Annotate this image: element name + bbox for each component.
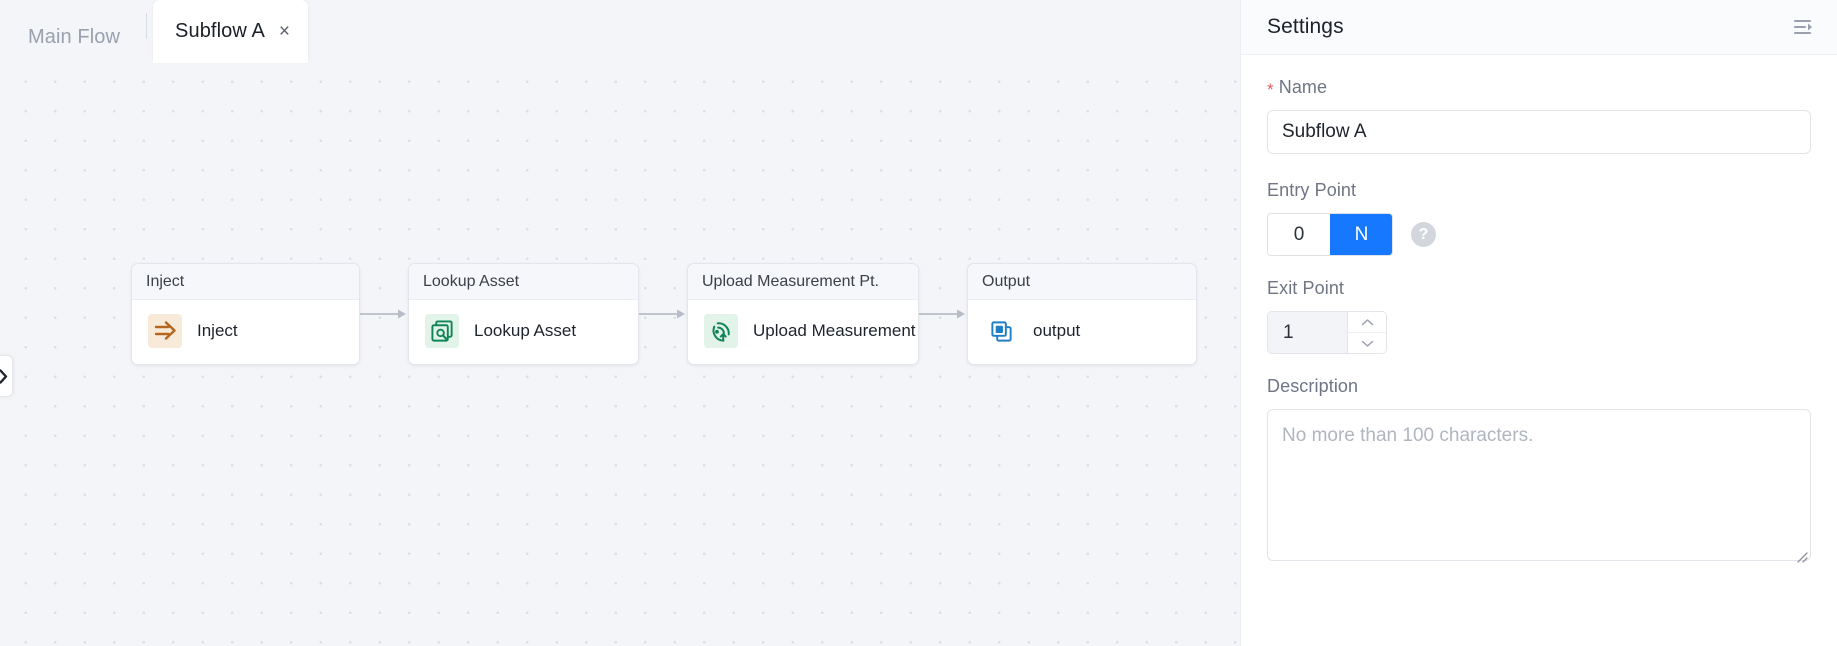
field-name-label: * Name	[1267, 77, 1811, 98]
flow-node-output[interactable]: Output output	[967, 263, 1197, 365]
flow-node-output-label: output	[1033, 321, 1080, 341]
flow-canvas[interactable]: Inject Inject	[0, 63, 1240, 646]
entry-point-option-0[interactable]: 0	[1268, 214, 1330, 255]
entry-point-option-n[interactable]: N	[1330, 214, 1392, 255]
flow-tab-bar: Main Flow Subflow A ×	[0, 0, 1240, 63]
upload-measurement-point-icon	[704, 314, 738, 348]
spacer	[1267, 256, 1811, 278]
tab-main-flow[interactable]: Main Flow	[22, 11, 140, 63]
flow-node-output-body: output	[968, 300, 1196, 364]
settings-panel-header: Settings	[1241, 0, 1837, 55]
field-entry-point: Entry Point 0 N ?	[1267, 180, 1811, 256]
flow-connector-1	[360, 305, 408, 323]
entry-point-row: 0 N ?	[1267, 213, 1811, 256]
exit-point-arrows	[1347, 312, 1386, 353]
description-wrap	[1267, 409, 1811, 566]
flow-node-lookup-asset-body: Lookup Asset	[409, 300, 638, 364]
chevron-down-icon[interactable]	[1348, 332, 1386, 353]
flow-node-lookup-asset[interactable]: Lookup Asset Lookup Asset	[408, 263, 639, 365]
question-mark-icon[interactable]: ?	[1411, 222, 1436, 247]
output-squares-icon	[984, 314, 1018, 348]
entry-point-segmented-control[interactable]: 0 N	[1267, 213, 1393, 256]
settings-panel: Settings * Name Entry Point	[1240, 0, 1837, 646]
collapse-panel-icon[interactable]	[1789, 12, 1819, 42]
exit-point-stepper[interactable]: 1	[1267, 311, 1387, 354]
spacer	[1267, 354, 1811, 376]
flow-connector-2	[639, 305, 687, 323]
field-exit-point: Exit Point 1	[1267, 278, 1811, 354]
tab-subflow-a-label: Subflow A	[175, 20, 265, 43]
tab-subflow-a[interactable]: Subflow A ×	[153, 0, 308, 63]
flow-node-lookup-asset-label: Lookup Asset	[474, 321, 576, 341]
left-panel-expand-handle[interactable]	[0, 355, 13, 397]
flow-node-inject[interactable]: Inject Inject	[131, 263, 360, 365]
field-name: * Name	[1267, 77, 1811, 154]
lookup-asset-icon	[425, 314, 459, 348]
field-exit-point-label: Exit Point	[1267, 278, 1811, 299]
flow-node-inject-body: Inject	[132, 300, 359, 364]
spacer	[1267, 154, 1811, 180]
exit-point-value[interactable]: 1	[1268, 312, 1347, 353]
flow-node-inject-header: Inject	[132, 264, 359, 300]
chevron-up-icon[interactable]	[1348, 312, 1386, 332]
field-description: Description	[1267, 376, 1811, 566]
flow-node-upload-measurement-point-header: Upload Measurement Pt.	[688, 264, 918, 300]
flow-node-chain: Inject Inject	[131, 263, 1197, 365]
chevron-right-icon	[0, 369, 9, 384]
flow-node-upload-measurement-point[interactable]: Upload Measurement Pt. Upload Measur	[687, 263, 919, 365]
flow-editor-pane: Main Flow Subflow A × Inject	[0, 0, 1240, 646]
flow-node-output-header: Output	[968, 264, 1196, 300]
flow-node-upload-measurement-point-label: Upload Measurement Pt.	[753, 321, 919, 341]
field-name-label-text: Name	[1279, 77, 1327, 98]
name-input[interactable]	[1267, 110, 1811, 154]
tab-divider	[146, 13, 147, 39]
tab-main-flow-label: Main Flow	[28, 26, 120, 49]
field-description-label: Description	[1267, 376, 1811, 397]
flow-node-inject-label: Inject	[197, 321, 238, 341]
flow-node-upload-measurement-point-body: Upload Measurement Pt.	[688, 300, 918, 364]
page-title: Settings	[1267, 15, 1344, 39]
required-marker: *	[1267, 81, 1274, 98]
inject-arrow-icon	[148, 314, 182, 348]
subflow-editor-app: Main Flow Subflow A × Inject	[0, 0, 1837, 646]
close-icon[interactable]: ×	[279, 22, 290, 41]
description-textarea[interactable]	[1267, 409, 1811, 561]
field-entry-point-label: Entry Point	[1267, 180, 1811, 201]
flow-connector-3	[919, 305, 967, 323]
flow-node-lookup-asset-header: Lookup Asset	[409, 264, 638, 300]
settings-form: * Name Entry Point 0 N ?	[1241, 55, 1837, 566]
